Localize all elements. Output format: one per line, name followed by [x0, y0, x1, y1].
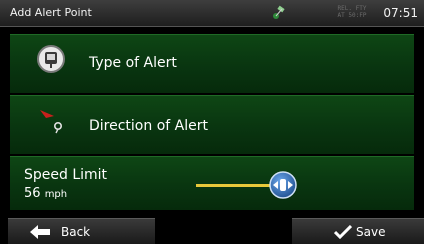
checkmark-icon: [334, 225, 352, 239]
direction-pin-icon: [40, 110, 62, 134]
back-button-label: Back: [61, 225, 91, 239]
speed-limit-label: Speed Limit: [24, 167, 108, 183]
speed-limit-item: Speed Limit 56 mph: [10, 156, 414, 210]
slider-knob-icon[interactable]: [268, 170, 298, 200]
gps-line-2: AT 50:FP: [337, 12, 367, 19]
back-arrow-icon: [30, 225, 50, 239]
screen-title: Add Alert Point: [10, 6, 92, 19]
back-button[interactable]: Back: [8, 218, 155, 244]
status-bar: Add Alert Point REL. FTY AT 50:FP 07:51: [0, 0, 424, 27]
speed-number: 56: [24, 186, 41, 201]
clock: 07:51: [383, 6, 418, 20]
speed-slider-track[interactable]: [196, 184, 278, 187]
save-button[interactable]: Save: [292, 218, 424, 244]
gps-status: REL. FTY AT 50:FP: [330, 5, 374, 19]
gps-line-1: REL. FTY: [337, 5, 367, 12]
speed-unit: mph: [44, 189, 68, 200]
type-of-alert-item[interactable]: Type of Alert: [10, 34, 414, 93]
direction-of-alert-label: Direction of Alert: [89, 118, 208, 134]
speed-limit-value: 56 mph: [24, 186, 67, 201]
save-button-label: Save: [356, 225, 386, 239]
type-of-alert-label: Type of Alert: [89, 55, 177, 71]
alert-type-icon: [37, 45, 65, 73]
satellite-icon: [273, 5, 285, 19]
direction-of-alert-item[interactable]: Direction of Alert: [10, 95, 414, 154]
